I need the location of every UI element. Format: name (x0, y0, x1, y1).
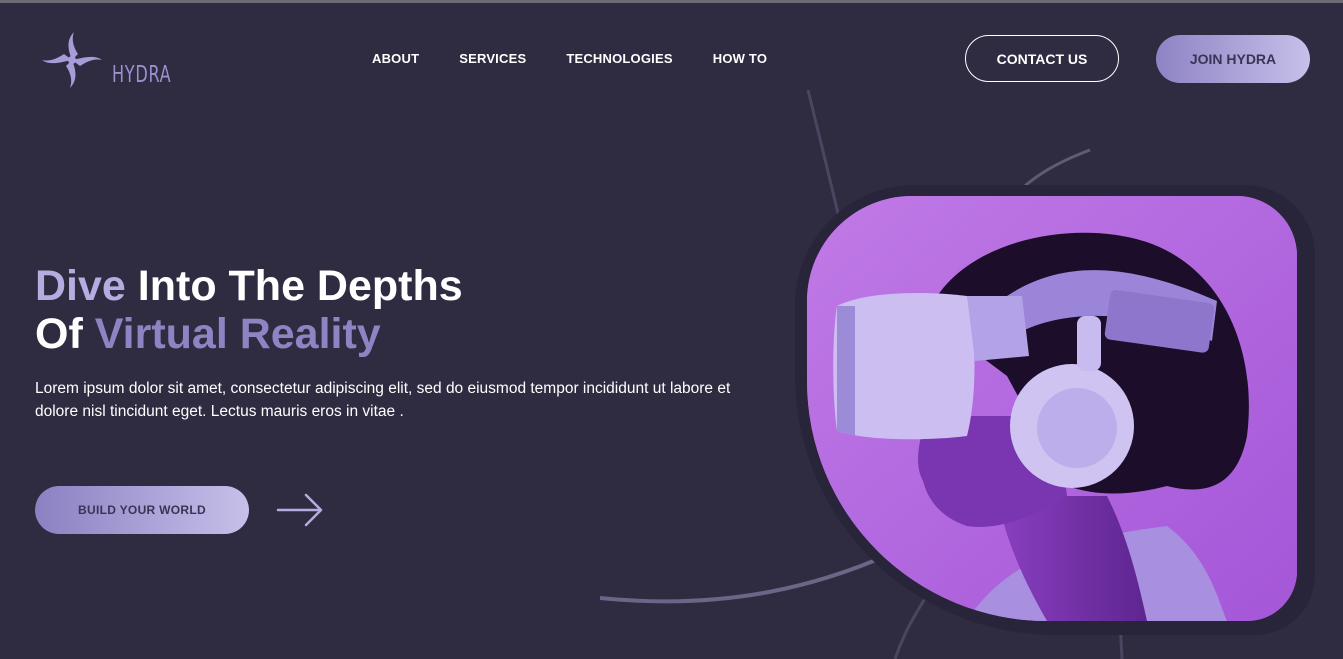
hero-title-of: Of (35, 310, 83, 358)
build-your-world-button[interactable]: BUILD YOUR WORLD (35, 486, 249, 534)
hero-title-line2: Virtual Reality (82, 310, 381, 358)
brand-logo[interactable]: HYDRA (38, 30, 197, 90)
contact-us-button[interactable]: CONTACT US (965, 35, 1119, 82)
hero-description: Lorem ipsum dolor sit amet, consectetur … (35, 380, 731, 420)
hero-title-dive: Dive (35, 262, 126, 310)
arrow-right-icon[interactable] (276, 492, 324, 528)
join-hydra-button[interactable]: JOIN HYDRA (1156, 35, 1310, 83)
hero-title-line1: Into The Depths (125, 262, 463, 310)
nav-technologies[interactable]: TECHNOLOGIES (566, 51, 672, 66)
brand-name: HYDRA (112, 62, 172, 88)
hydra-swirl-logo-icon (42, 32, 102, 88)
nav-about[interactable]: ABOUT (372, 51, 419, 66)
nav-how-to[interactable]: HOW TO (713, 51, 767, 66)
hero-title: Dive Into The Depths Of Virtual Reality (35, 262, 463, 358)
nav-services[interactable]: SERVICES (459, 51, 526, 66)
main-nav: ABOUT SERVICES TECHNOLOGIES HOW TO (372, 51, 807, 66)
